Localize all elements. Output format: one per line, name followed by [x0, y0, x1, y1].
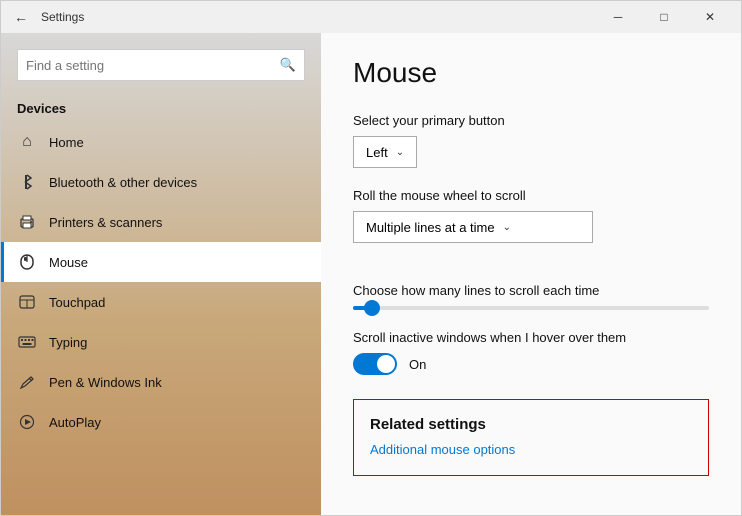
toggle-row: On	[353, 353, 709, 375]
content-area: 🔍 Devices ⌂ Home	[1, 33, 741, 515]
scroll-lines-slider-container	[353, 306, 709, 310]
sidebar-item-label: Touchpad	[49, 295, 105, 310]
sidebar-header: 🔍	[1, 33, 321, 89]
chevron-down-icon: ⌄	[396, 147, 404, 158]
scroll-inactive-toggle[interactable]	[353, 353, 397, 375]
scroll-wheel-dropdown[interactable]: Multiple lines at a time ⌄	[353, 211, 593, 243]
sidebar-item-home[interactable]: ⌂ Home	[1, 122, 321, 162]
related-settings-box: Related settings Additional mouse option…	[353, 399, 709, 476]
mouse-icon	[17, 252, 37, 272]
sidebar-item-label: Pen & Windows Ink	[49, 375, 162, 390]
slider-track[interactable]	[353, 306, 709, 310]
search-input[interactable]	[26, 58, 272, 73]
main-content: Mouse Select your primary button Left ⌄ …	[321, 33, 741, 515]
title-bar-controls: ─ □ ✕	[595, 1, 733, 33]
close-button[interactable]: ✕	[687, 1, 733, 33]
search-box[interactable]: 🔍	[17, 49, 305, 81]
scroll-lines-label: Choose how many lines to scroll each tim…	[353, 283, 709, 298]
search-icon: 🔍	[280, 57, 296, 73]
primary-button-dropdown[interactable]: Left ⌄	[353, 136, 417, 168]
bluetooth-icon	[17, 172, 37, 192]
slider-thumb[interactable]	[364, 300, 380, 316]
sidebar-item-label: Printers & scanners	[49, 215, 162, 230]
autoplay-icon	[17, 412, 37, 432]
sidebar-item-label: Typing	[49, 335, 87, 350]
sidebar-item-bluetooth[interactable]: Bluetooth & other devices	[1, 162, 321, 202]
minimize-button[interactable]: ─	[595, 1, 641, 33]
sidebar-item-label: Bluetooth & other devices	[49, 175, 197, 190]
scroll-wheel-section: Roll the mouse wheel to scroll Multiple …	[353, 188, 709, 263]
section-label: Devices	[1, 89, 321, 122]
scroll-wheel-value: Multiple lines at a time	[366, 220, 495, 235]
sidebar-item-label: Mouse	[49, 255, 88, 270]
toggle-state-label: On	[409, 357, 426, 372]
touchpad-icon	[17, 292, 37, 312]
sidebar-item-mouse[interactable]: Mouse	[1, 242, 321, 282]
sidebar: 🔍 Devices ⌂ Home	[1, 33, 321, 515]
sidebar-item-autoplay[interactable]: AutoPlay	[1, 402, 321, 442]
page-title: Mouse	[353, 57, 709, 89]
maximize-button[interactable]: □	[641, 1, 687, 33]
sidebar-item-printers[interactable]: Printers & scanners	[1, 202, 321, 242]
additional-mouse-options-link[interactable]: Additional mouse options	[370, 442, 515, 457]
sidebar-item-label: AutoPlay	[49, 415, 101, 430]
chevron-down-icon: ⌄	[503, 222, 511, 233]
sidebar-items: ⌂ Home Bluetooth & other devices	[1, 122, 321, 515]
toggle-thumb	[377, 355, 395, 373]
scroll-inactive-label: Scroll inactive windows when I hover ove…	[353, 330, 709, 345]
keyboard-icon	[17, 332, 37, 352]
related-settings-title: Related settings	[370, 416, 692, 433]
primary-button-label: Select your primary button	[353, 113, 709, 128]
title-bar: ← Settings ─ □ ✕	[1, 1, 741, 33]
scroll-wheel-label: Roll the mouse wheel to scroll	[353, 188, 709, 203]
pen-icon	[17, 372, 37, 392]
sidebar-item-touchpad[interactable]: Touchpad	[1, 282, 321, 322]
primary-button-value: Left	[366, 145, 388, 160]
printer-icon	[17, 212, 37, 232]
back-button[interactable]: ←	[9, 5, 33, 29]
window: ← Settings ─ □ ✕ 🔍 Devices ⌂ Home	[0, 0, 742, 516]
title-bar-title: Settings	[33, 10, 595, 24]
sidebar-item-label: Home	[49, 135, 84, 150]
sidebar-item-typing[interactable]: Typing	[1, 322, 321, 362]
sidebar-item-pen[interactable]: Pen & Windows Ink	[1, 362, 321, 402]
home-icon: ⌂	[17, 132, 37, 152]
